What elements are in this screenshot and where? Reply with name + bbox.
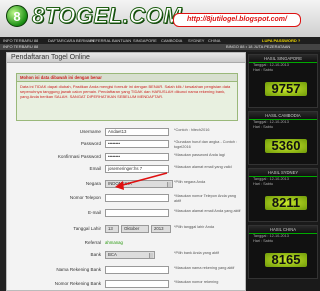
email-row: Email josemeringer:hs 7 *Masukan alamat … bbox=[7, 165, 245, 175]
result-number: 8165 bbox=[265, 253, 307, 267]
account-name-input[interactable] bbox=[105, 266, 169, 274]
confirm-password-hint: *Masukan password Anda lagi bbox=[174, 153, 225, 157]
account-name-row: Nama Rekening Bank *Masukan nama rekenin… bbox=[7, 266, 245, 276]
notice-box: Mohon isi data dibawah ini dengan benar … bbox=[16, 73, 238, 121]
logo-ball-icon: 8 bbox=[6, 5, 28, 27]
phone-hint: *Masukan nomor Telepon Anda yang aktif bbox=[174, 194, 236, 203]
birth-year-select[interactable]: 2013 bbox=[151, 225, 171, 233]
bank-value: BCA bbox=[108, 252, 117, 257]
email2-hint: *Masukan alamat email Anda yang aktif bbox=[174, 209, 241, 213]
country-value: INDONESIA bbox=[108, 181, 132, 186]
nav-daftar[interactable]: DAFTAR bbox=[48, 37, 64, 44]
result-block-china: HASIL CHINA Tanggal : 12-10-2013 Hari : … bbox=[248, 225, 318, 279]
nav-bantuan[interactable]: BANTUAN bbox=[112, 37, 131, 44]
email-label: Email bbox=[89, 166, 102, 171]
bank-row: Bank BCA *Pilih bank Anda yang aktif bbox=[7, 251, 245, 261]
email-input[interactable]: josemeringer:hs 7 bbox=[105, 165, 169, 173]
nav-cambodia[interactable]: CAMBODIA bbox=[161, 37, 182, 44]
birthdate-label: Tanggal Lahir bbox=[73, 226, 101, 231]
page-title: Pendaftaran Togel Online bbox=[7, 53, 245, 63]
referral-value: ahmanag bbox=[105, 240, 123, 245]
country-select[interactable]: INDONESIA bbox=[105, 180, 173, 188]
result-title[interactable]: HASIL SINGAPORE bbox=[249, 55, 317, 63]
confirm-password-label: Konfirmasi Password bbox=[57, 154, 101, 159]
birth-month-select[interactable]: Oktober bbox=[121, 225, 149, 233]
result-block-sydney: HASIL SYDNEY Tanggal : 12-10-2013 Hari :… bbox=[248, 168, 318, 222]
email2-input[interactable] bbox=[105, 209, 169, 217]
phone-input[interactable] bbox=[105, 194, 169, 202]
nav-sydney[interactable]: SYDNEY bbox=[188, 37, 204, 44]
result-day: Hari : Sabtu bbox=[253, 68, 274, 72]
birth-day-select[interactable]: 13 bbox=[105, 225, 119, 233]
info-bar-right: BINGO 88 • 18 JUTA PEZERATAAN bbox=[226, 44, 291, 49]
account-name-label: Nama Rekening Bank bbox=[56, 267, 101, 272]
account-number-hint: *Masukan nomor rekening bbox=[174, 280, 219, 284]
nav-china[interactable]: CHINA bbox=[208, 37, 220, 44]
birthdate-row: Tanggal Lahir 13 Oktober 2013 *Pilih tan… bbox=[7, 225, 245, 235]
result-block-cambodia: HASIL CAMBODIA Tanggal : 12-10-2013 Hari… bbox=[248, 111, 318, 165]
blog-url[interactable]: http://8jutilogel.blogspot.com/ bbox=[173, 13, 301, 27]
email2-row: E-mail *Masukan alamat email Anda yang a… bbox=[7, 209, 245, 219]
nav-singapore[interactable]: SINGAPORE bbox=[133, 37, 157, 44]
email2-label: E-mail bbox=[87, 210, 101, 215]
account-number-row: Nomor Rekening Bank *Masukan nomor reken… bbox=[7, 280, 245, 290]
username-row: Username Andaet13 *Contoh : hitech2016 bbox=[7, 128, 245, 138]
result-number: 9757 bbox=[265, 82, 307, 96]
nav-referral[interactable]: REFERRAL bbox=[90, 37, 111, 44]
username-hint: *Contoh : hitech2016 bbox=[174, 128, 210, 132]
info-bar: INFO TERBARU 88 BINGO 88 • 18 JUTA PEZER… bbox=[0, 44, 320, 50]
password-hint: *Gunakan huruf dan angka - Contoh : toge… bbox=[174, 140, 238, 149]
phone-row: Nomor Telepon *Masukan nomor Telepon And… bbox=[7, 194, 245, 204]
site-header: 8 8TOGEL.COM http://8jutilogel.blogspot.… bbox=[0, 0, 320, 37]
account-number-label: Nomor Rekening Bank bbox=[54, 281, 101, 286]
password-label: Password bbox=[80, 141, 101, 146]
nav-home[interactable]: INFO TERBARU 88 bbox=[3, 37, 38, 44]
bank-hint: *Pilih bank Anda yang aktif bbox=[174, 251, 219, 255]
info-bar-left: INFO TERBARU 88 bbox=[3, 44, 39, 49]
result-title[interactable]: HASIL SYDNEY bbox=[249, 169, 317, 177]
country-hint: *Pilih negara Anda bbox=[174, 180, 206, 184]
account-number-input[interactable] bbox=[105, 280, 169, 288]
result-day: Hari : Sabtu bbox=[253, 239, 274, 243]
result-number: 5360 bbox=[265, 139, 307, 153]
notice-heading: Mohon isi data dibawah ini dengan benar bbox=[17, 74, 237, 82]
result-number: 8211 bbox=[265, 196, 307, 210]
registration-panel: Pendaftaran Togel Online Mohon isi data … bbox=[6, 52, 246, 291]
birthdate-hint: *Pilih tanggal lahir Anda bbox=[174, 225, 215, 229]
result-day: Hari : Sabtu bbox=[253, 182, 274, 186]
bank-label: Bank bbox=[90, 252, 101, 257]
site-logo[interactable]: 8TOGEL.COM bbox=[31, 3, 182, 29]
confirm-password-row: Konfirmasi Password •••••••• *Masukan pa… bbox=[7, 153, 245, 163]
password-row: Password •••••••• *Gunakan huruf dan ang… bbox=[7, 140, 245, 150]
result-title[interactable]: HASIL CHINA bbox=[249, 226, 317, 234]
result-title[interactable]: HASIL CAMBODIA bbox=[249, 112, 317, 120]
main-nav: INFO TERBARU 88 DAFTAR CARA BERMAIN REFE… bbox=[0, 37, 320, 44]
username-label: Username bbox=[79, 129, 101, 134]
chevron-down-icon bbox=[167, 182, 171, 187]
email-hint: *Masukan alamat email yang valid bbox=[174, 165, 232, 169]
password-input[interactable]: •••••••• bbox=[105, 140, 169, 148]
referral-row: Referral ahmanag bbox=[7, 239, 245, 249]
notice-text: Data ini TIDAK dapat diubah, Pastikan An… bbox=[20, 84, 231, 100]
result-block-singapore: HASIL SINGAPORE Tanggal : 12-10-2013 Har… bbox=[248, 54, 318, 108]
result-day: Hari : Sabtu bbox=[253, 125, 274, 129]
phone-label: Nomor Telepon bbox=[69, 195, 101, 200]
forgot-password-link[interactable]: LUPA PASSWORD ? bbox=[262, 37, 300, 44]
country-label: Negara bbox=[85, 181, 101, 186]
confirm-password-input[interactable]: •••••••• bbox=[105, 153, 169, 161]
username-input[interactable]: Andaet13 bbox=[105, 128, 169, 136]
results-sidebar: HASIL SINGAPORE Tanggal : 12-10-2013 Har… bbox=[246, 52, 320, 291]
chevron-down-icon bbox=[149, 253, 153, 258]
country-row: Negara INDONESIA *Pilih negara Anda bbox=[7, 180, 245, 190]
bank-select[interactable]: BCA bbox=[105, 251, 155, 259]
referral-label: Referral bbox=[84, 240, 101, 245]
account-name-hint: *Masukan nama rekening yang aktif bbox=[174, 266, 235, 270]
